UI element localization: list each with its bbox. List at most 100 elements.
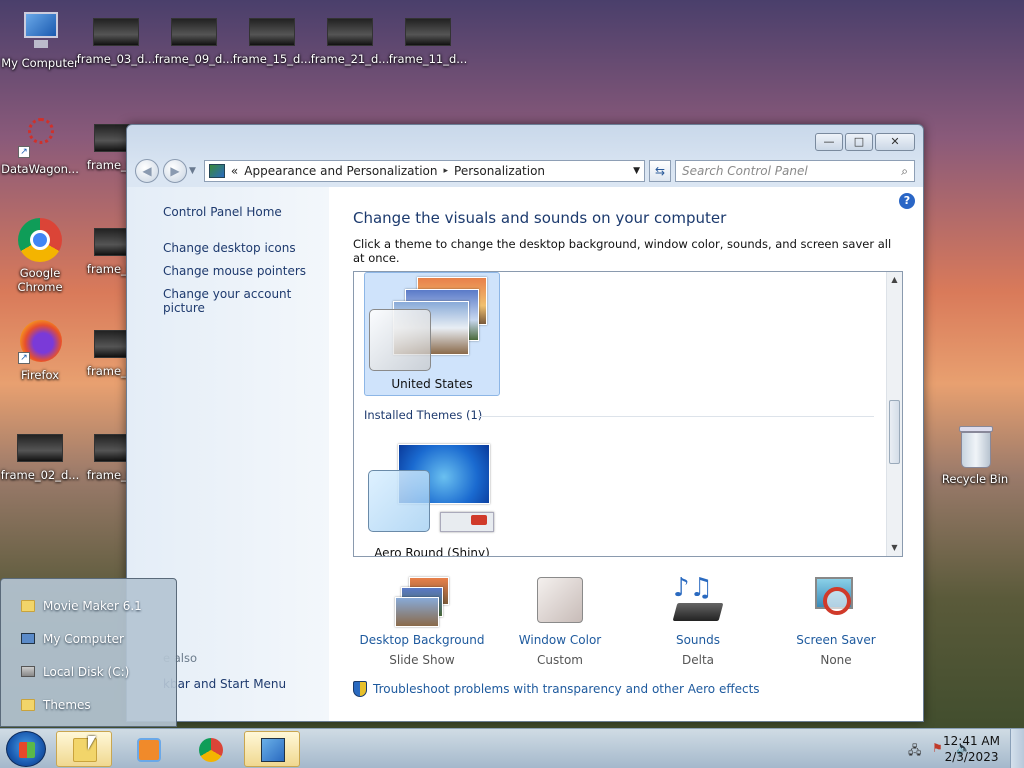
theme-preview-aero-round: [364, 442, 500, 546]
desktop-icon-video[interactable]: frame_15_d...: [232, 8, 312, 66]
jump-list-item-themes[interactable]: Themes: [1, 688, 176, 721]
windows-logo-icon: [19, 742, 35, 758]
taskbar: 🖧 ⚑ 🔊 12:41 AM 2/3/2023: [0, 728, 1024, 768]
color-swatch-icon: [533, 575, 587, 627]
breadcrumb-overflow[interactable]: «: [231, 164, 238, 178]
theme-aero-round-shiny[interactable]: Aero Round (Shiny): [364, 442, 500, 557]
clock-date: 2/3/2023: [944, 750, 999, 764]
desktop-icon-chrome[interactable]: Google Chrome: [0, 218, 80, 294]
breadcrumb-separator-icon[interactable]: ▸: [444, 166, 449, 176]
theme-preview-united-states: [365, 273, 499, 377]
desktop-icon-video[interactable]: frame_09_d...: [154, 8, 234, 66]
shield-icon: [353, 681, 367, 697]
theme-united-states[interactable]: United States: [364, 272, 500, 396]
chrome-icon: [16, 218, 64, 262]
help-icon[interactable]: ?: [899, 193, 915, 209]
minimize-button[interactable]: —: [815, 133, 843, 151]
folder-icon: [21, 599, 35, 612]
recycle-bin-icon: [951, 424, 999, 468]
jump-list-item-local-disk[interactable]: Local Disk (C:): [1, 655, 176, 688]
recent-pages-dropdown[interactable]: ▼: [189, 166, 196, 176]
desktop-icon-label: frame_21_d...: [310, 52, 390, 66]
desktop-icon-recycle-bin[interactable]: Recycle Bin: [935, 424, 1015, 486]
personalization-options: Desktop Background Slide Show Window Col…: [353, 575, 905, 667]
breadcrumb-personalization[interactable]: Personalization: [454, 164, 545, 178]
media-player-icon: [137, 738, 161, 762]
close-button[interactable]: ✕: [875, 133, 915, 151]
maximize-button[interactable]: □: [845, 133, 873, 151]
theme-list-scrollbar[interactable]: ▲ ▼: [886, 272, 902, 556]
desktop-icon-label: frame_09_d...: [154, 52, 234, 66]
chrome-icon: [199, 738, 223, 762]
desktop-icon-video[interactable]: frame_21_d...: [310, 8, 390, 66]
desktop-icon-label: Recycle Bin: [941, 472, 1009, 486]
desktop-icon-label: frame_11_d...: [388, 52, 468, 66]
taskbar-control-panel-button[interactable]: [244, 731, 300, 767]
video-thumbnail-icon: [405, 18, 451, 46]
section-divider: [478, 416, 874, 417]
jump-list-label: Movie Maker 6.1: [43, 598, 142, 613]
desktop-icon-video[interactable]: frame_11_d...: [388, 8, 468, 66]
jump-list-item-movie-maker[interactable]: Movie Maker 6.1: [1, 589, 176, 622]
change-desktop-icons-link[interactable]: Change desktop icons: [163, 241, 329, 255]
screen-saver-option[interactable]: Screen Saver None: [767, 575, 905, 667]
search-input[interactable]: Search Control Panel ⌕: [675, 160, 915, 182]
breadcrumb-appearance[interactable]: Appearance and Personalization: [244, 164, 437, 178]
troubleshoot-label[interactable]: Troubleshoot problems with transparency …: [373, 682, 760, 696]
option-name[interactable]: Window Color: [491, 633, 629, 647]
video-thumbnail-icon: [249, 18, 295, 46]
desktop-icon-datawagon[interactable]: ↗ DataWagon...: [0, 114, 80, 176]
jump-list-label: My Computer: [43, 631, 124, 646]
address-bar[interactable]: « Appearance and Personalization ▸ Perso…: [203, 160, 645, 182]
control-panel-icon: [208, 164, 225, 178]
search-placeholder: Search Control Panel: [682, 164, 808, 178]
desktop-icon-label: Google Chrome: [17, 266, 63, 294]
video-thumbnail-icon: [93, 18, 139, 46]
scrollbar-thumb[interactable]: [889, 400, 900, 464]
address-dropdown-icon[interactable]: ▼: [633, 166, 640, 176]
installed-themes-header: Installed Themes (1): [364, 408, 483, 422]
control-panel-home-link[interactable]: Control Panel Home: [163, 205, 329, 219]
jump-list: Movie Maker 6.1 My Computer Local Disk (…: [0, 578, 177, 727]
page-title: Change the visuals and sounds on your co…: [353, 209, 727, 227]
troubleshoot-aero-link[interactable]: Troubleshoot problems with transparency …: [353, 681, 905, 697]
desktop-icon-my-computer[interactable]: My Computer: [0, 8, 80, 70]
option-name[interactable]: Screen Saver: [767, 633, 905, 647]
desktop-background-option[interactable]: Desktop Background Slide Show: [353, 575, 491, 667]
desktop-icon-video[interactable]: frame_02_d...: [0, 424, 80, 482]
sounds-option[interactable]: ♪♫ Sounds Delta: [629, 575, 767, 667]
refresh-button[interactable]: ⇆: [649, 160, 671, 182]
network-icon[interactable]: 🖧: [908, 741, 922, 757]
taskbar-chrome-button[interactable]: [182, 731, 238, 767]
change-account-picture-link[interactable]: Change your account picture: [163, 287, 329, 315]
start-button[interactable]: [6, 731, 46, 767]
forward-button[interactable]: ▶: [163, 159, 187, 183]
desktop-icon-firefox[interactable]: ↗ Firefox: [0, 320, 80, 382]
taskbar-explorer-button[interactable]: [56, 731, 112, 767]
desktop-icon-label: frame_03_d...: [76, 52, 156, 66]
desktop-icon-video[interactable]: frame_03_d...: [76, 8, 156, 66]
change-mouse-pointers-link[interactable]: Change mouse pointers: [163, 264, 329, 278]
clock[interactable]: 12:41 AM 2/3/2023: [943, 733, 1000, 765]
theme-label: Aero Round (Shiny): [374, 546, 490, 557]
main-pane: ? Change the visuals and sounds on your …: [329, 187, 923, 721]
clock-time: 12:41 AM: [943, 734, 1000, 748]
show-desktop-button[interactable]: [1010, 729, 1024, 768]
wallpaper-stack-icon: [395, 575, 449, 627]
taskbar-media-player-button[interactable]: [120, 731, 176, 767]
option-name[interactable]: Desktop Background: [353, 633, 491, 647]
jump-list-label: Local Disk (C:): [43, 664, 130, 679]
scroll-up-icon[interactable]: ▲: [887, 272, 902, 288]
video-thumbnail-icon: [17, 434, 63, 462]
screen-saver-icon: [809, 575, 863, 627]
window-color-option[interactable]: Window Color Custom: [491, 575, 629, 667]
back-button[interactable]: ◀: [135, 159, 159, 183]
option-name[interactable]: Sounds: [629, 633, 767, 647]
window-controls: — □ ✕: [815, 133, 915, 151]
control-panel-icon: [261, 738, 285, 762]
computer-icon: [21, 633, 35, 644]
search-icon[interactable]: ⌕: [901, 164, 908, 179]
taskbar-start-menu-link[interactable]: kbar and Start Menu: [163, 677, 286, 691]
scroll-down-icon[interactable]: ▼: [887, 540, 902, 556]
jump-list-item-my-computer[interactable]: My Computer: [1, 622, 176, 655]
